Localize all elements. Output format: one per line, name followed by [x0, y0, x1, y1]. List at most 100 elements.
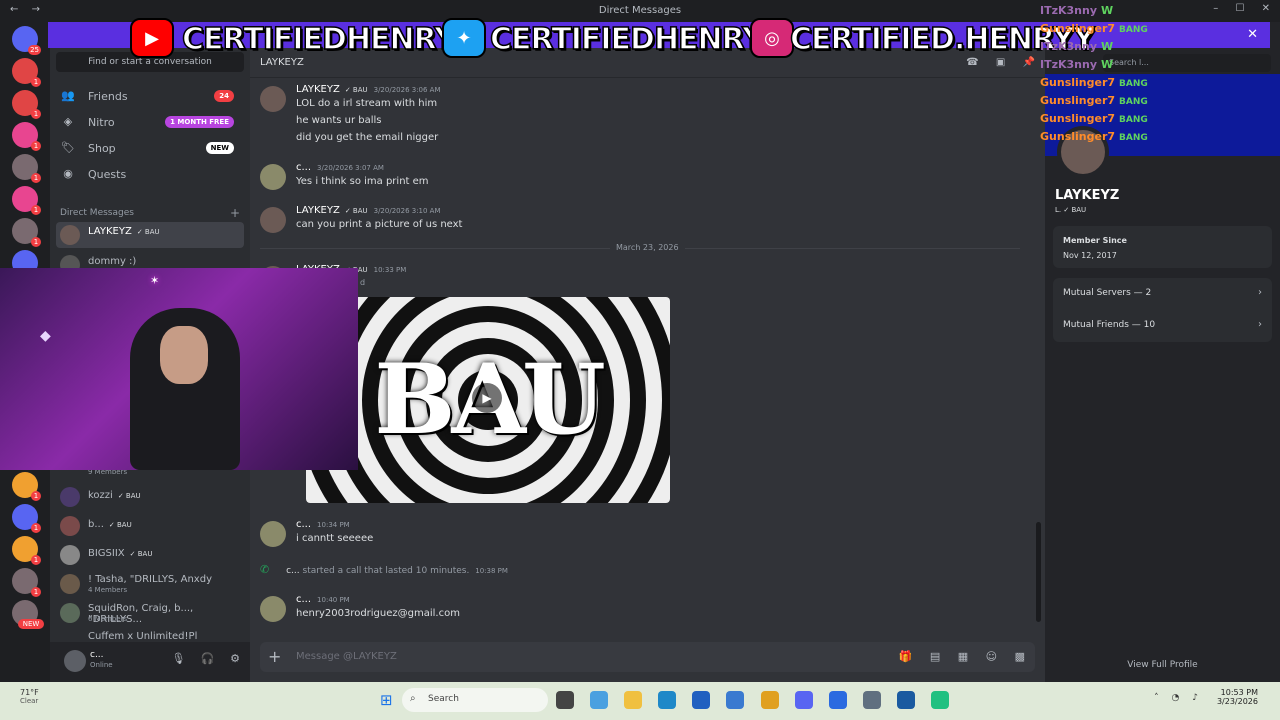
sticker-icon[interactable]: ▦: [958, 650, 968, 663]
windows-start-icon[interactable]: ⊞: [380, 692, 396, 708]
dm-name: ! Tasha, "DRILLYS, Anxdy: [88, 574, 212, 585]
gift-icon[interactable]: 🎁: [899, 650, 913, 663]
server-icon[interactable]: 1: [12, 186, 41, 215]
headphones-icon[interactable]: 🎧: [201, 652, 215, 665]
avatar[interactable]: [260, 164, 286, 190]
avatar[interactable]: [260, 521, 286, 547]
speaker-icon[interactable]: ♪: [1192, 693, 1198, 703]
discord-icon[interactable]: [794, 691, 813, 709]
message-author[interactable]: LAYKEYZ ✓ BAU 3/20/2026 3:10 AM: [296, 205, 441, 216]
app-icon[interactable]: [931, 691, 950, 709]
dm-item[interactable]: kozzi ✓ BAU: [56, 484, 244, 510]
chevron-up-icon[interactable]: ˄: [1154, 693, 1159, 703]
message-text: i canntt seeeee: [296, 533, 374, 544]
message-author[interactable]: c... 3/20/2026 3:07 AM: [296, 162, 384, 173]
app-icon[interactable]: [896, 691, 915, 709]
scrollbar[interactable]: [1036, 522, 1041, 622]
avatar[interactable]: [260, 86, 286, 112]
taskbar: 71°F Clear ⊞ ⌕ Search ˄ ◔ ♪ 10:53 PM 3/2…: [0, 682, 1280, 720]
dm-item[interactable]: BIGSIIX ✓ BAU: [56, 542, 244, 568]
dm-item-group[interactable]: SquidRon, Craig, b..., "DRILLYS... 6 Mem…: [56, 600, 244, 626]
app-icon[interactable]: [828, 691, 847, 709]
apps-icon[interactable]: ▩: [1015, 650, 1025, 663]
chat-line: Gunslinger7 BANG: [1040, 130, 1148, 148]
close-window-button[interactable]: ✕: [1262, 3, 1270, 14]
close-icon[interactable]: ✕: [1247, 27, 1258, 42]
edge-icon[interactable]: [658, 691, 677, 709]
chat-user: ITzK3nny: [1040, 40, 1098, 53]
file-explorer-icon[interactable]: [624, 691, 643, 709]
task-view-icon[interactable]: [556, 691, 574, 709]
view-full-profile-button[interactable]: View Full Profile: [1045, 660, 1280, 670]
mutual-servers-button[interactable]: Mutual Servers — 2: [1063, 288, 1151, 298]
create-dm-button[interactable]: +: [230, 206, 240, 220]
gear-icon[interactable]: ⚙: [230, 652, 240, 665]
user-controls: 🎙 🎧 ⚙: [159, 652, 240, 665]
minimize-button[interactable]: –: [1213, 3, 1218, 14]
message-input[interactable]: Message @LAYKEYZ: [296, 651, 397, 662]
message-author[interactable]: c... 10:34 PM: [296, 519, 350, 530]
avatar[interactable]: [64, 650, 86, 672]
server-icon[interactable]: 1: [12, 568, 41, 597]
server-icon[interactable]: 1: [12, 58, 41, 87]
clock[interactable]: 10:53 PM 3/23/2026: [1217, 688, 1258, 706]
server-icon[interactable]: NEW: [12, 600, 44, 629]
weather-widget[interactable]: 71°F Clear: [20, 688, 39, 705]
avatar: [60, 545, 80, 565]
pin-icon[interactable]: 📌: [1023, 57, 1035, 68]
message-author[interactable]: LAYKEYZ ✓ BAU 3/20/2026 3:06 AM: [296, 84, 441, 95]
dm-name: BIGSIIX ✓ BAU: [88, 548, 152, 559]
server-icon[interactable]: 1: [12, 218, 41, 247]
server-icon[interactable]: 1: [12, 122, 41, 151]
wifi-icon[interactable]: ◔: [1172, 693, 1180, 703]
chat-user: Gunslinger7: [1040, 130, 1116, 143]
sidebar-item-friends[interactable]: 👥 Friends 24: [56, 84, 244, 108]
play-icon[interactable]: ▶: [472, 383, 502, 413]
dm-item-group[interactable]: ! Tasha, "DRILLYS, Anxdy 4 Members: [56, 571, 244, 597]
home-button[interactable]: 25: [12, 26, 41, 55]
sidebar-item-shop[interactable]: 🏷 Shop NEW: [56, 136, 244, 160]
temperature: 71°F: [20, 688, 39, 697]
maximize-button[interactable]: ☐: [1235, 3, 1244, 14]
sidebar-item-quests[interactable]: ◉ Quests: [56, 162, 244, 186]
video-embed[interactable]: BAU ▶: [306, 297, 670, 503]
voice-call-icon[interactable]: ☎: [966, 57, 978, 68]
notification-badge: 25: [28, 45, 41, 55]
server-icon[interactable]: 1: [12, 536, 41, 565]
mic-icon[interactable]: 🎙: [171, 652, 185, 665]
call-author[interactable]: c...: [286, 566, 300, 576]
server-icon[interactable]: 1: [12, 472, 41, 501]
chat-header-tools: ☎ ▣ 📌: [952, 57, 1035, 68]
dm-item[interactable]: b... ✓ BAU: [56, 513, 244, 539]
video-call-icon[interactable]: ▣: [996, 57, 1005, 68]
dm-item-group[interactable]: Cuffem x Unlimited!Pl: [56, 628, 244, 642]
message-composer[interactable]: + Message @LAYKEYZ 🎁 ▤ ▦ ☺ ▩: [260, 642, 1035, 672]
server-icon[interactable]: 1: [12, 90, 41, 119]
twitter-handle: CERTIFIEDHENRY: [489, 21, 764, 58]
avatar[interactable]: [260, 207, 286, 233]
chat-msg: BANG: [1119, 25, 1148, 35]
dm-item-laykeyz[interactable]: LAYKEYZ ✓ BAU: [56, 222, 244, 248]
chat-msg: BANG: [1119, 79, 1148, 89]
avatar[interactable]: [260, 596, 286, 622]
mail-icon[interactable]: [726, 691, 745, 709]
settings-icon[interactable]: [862, 691, 881, 709]
emoji-icon[interactable]: ☺: [986, 650, 997, 663]
nitro-badge: 1 MONTH FREE: [165, 116, 234, 128]
attach-icon[interactable]: +: [268, 647, 281, 666]
store-icon[interactable]: [692, 691, 711, 709]
mutual-friends-button[interactable]: Mutual Friends — 10: [1063, 320, 1155, 330]
sidebar-item-nitro[interactable]: ◈ Nitro 1 MONTH FREE: [56, 110, 244, 134]
notification-badge: 1: [31, 173, 41, 183]
sidebar-item-label: Nitro: [88, 116, 115, 129]
gif-icon[interactable]: ▤: [930, 650, 940, 663]
chrome-icon[interactable]: [760, 691, 779, 709]
window-controls: – ☐ ✕: [1199, 3, 1270, 14]
copilot-icon[interactable]: [590, 691, 609, 709]
message-author[interactable]: c... 10:40 PM: [296, 594, 350, 605]
author-name: c...: [296, 594, 312, 605]
taskbar-search[interactable]: ⌕ Search: [402, 688, 548, 712]
server-icon[interactable]: 1: [12, 154, 41, 183]
server-icon[interactable]: 1: [12, 504, 41, 533]
sidebar-item-label: Shop: [88, 142, 116, 155]
